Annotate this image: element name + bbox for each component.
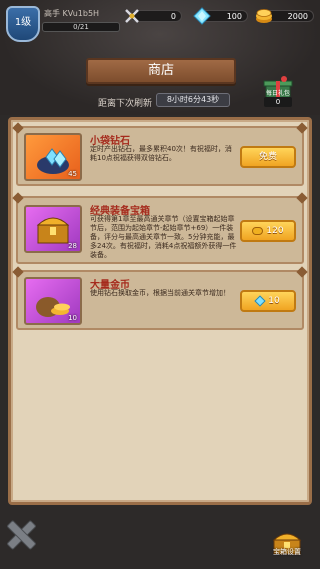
free-button[interactable]: 免费 xyxy=(240,146,296,168)
player-name: 高手 KVu1b5H xyxy=(44,9,100,18)
gold-coin-icon xyxy=(252,226,264,235)
item-quantity: 10 xyxy=(68,314,77,322)
gold-sack-icon: 10 xyxy=(24,277,82,325)
item-description: 可获得第1章至最高通关章节（设置宝箱起始章节后，范围为起始章节-起始章节+69）… xyxy=(90,215,237,259)
shop-item-gold-bundle: 10 大量金币 使用钻石换取金币，根据当前通关章节增加！ 10 xyxy=(16,270,304,330)
button-label: 免费 xyxy=(258,152,277,162)
button-label: 120 xyxy=(266,226,284,236)
diamond-icon xyxy=(254,294,266,307)
item-description: 定时产出钻石，最多累积40次！有祝福时，消耗10点祝福获得双倍钻石。 xyxy=(90,145,232,162)
energy-value: 0 xyxy=(170,12,176,21)
gold-value: 2000 xyxy=(287,12,308,21)
gift-count: 0 xyxy=(264,97,292,107)
gold-counter: 2000 xyxy=(256,9,314,23)
shop-item-equipment-chest: 28 经典装备宝箱 可获得第1章至最高通关章节（设置宝箱起始章节后，范围为起始章… xyxy=(16,196,304,264)
exp-bar: 0/21 xyxy=(42,22,120,32)
gift-label: 每日礼包 xyxy=(265,90,290,97)
refresh-label: 距离下次刷新 xyxy=(98,99,153,109)
diamond-bag-icon: 45 xyxy=(24,133,82,181)
shop-item-diamond-bag: 45 小袋钻石 定时产出钻石，最多累积40次！有祝福时，消耗10点祝福获得双倍钻… xyxy=(16,126,304,186)
refresh-timer: 8小时6分43秒 xyxy=(156,93,230,107)
top-bar: 1级 高手 KVu1b5H 0/21 0 100 2000 xyxy=(0,0,320,42)
treasure-chest-icon: 28 xyxy=(24,205,82,253)
swords-icon xyxy=(125,9,139,23)
diamond-counter: 100 xyxy=(193,7,248,25)
exp-text: 0/21 xyxy=(73,23,89,31)
close-icon[interactable] xyxy=(6,520,34,548)
diamond-value: 100 xyxy=(226,12,242,21)
item-description: 使用钻石换取金币，根据当前通关章节增加！ xyxy=(90,289,230,297)
diamond-icon xyxy=(193,7,211,25)
buy-with-diamond-button[interactable]: 10 xyxy=(240,290,296,312)
shop-title: 商店 xyxy=(86,58,236,84)
item-quantity: 28 xyxy=(68,242,77,250)
level-badge[interactable]: 1级 xyxy=(6,6,40,42)
chest-settings-label: 宝箱设置 xyxy=(273,548,301,556)
button-label: 10 xyxy=(268,296,280,306)
item-quantity: 45 xyxy=(68,170,77,178)
buy-with-gold-button[interactable]: 120 xyxy=(240,220,296,242)
energy-counter: 0 xyxy=(125,9,182,23)
shop-panel: 45 小袋钻石 定时产出钻石，最多累积40次！有祝福时，消耗10点祝福获得双倍钻… xyxy=(8,117,312,505)
gold-coins-icon xyxy=(256,9,272,23)
